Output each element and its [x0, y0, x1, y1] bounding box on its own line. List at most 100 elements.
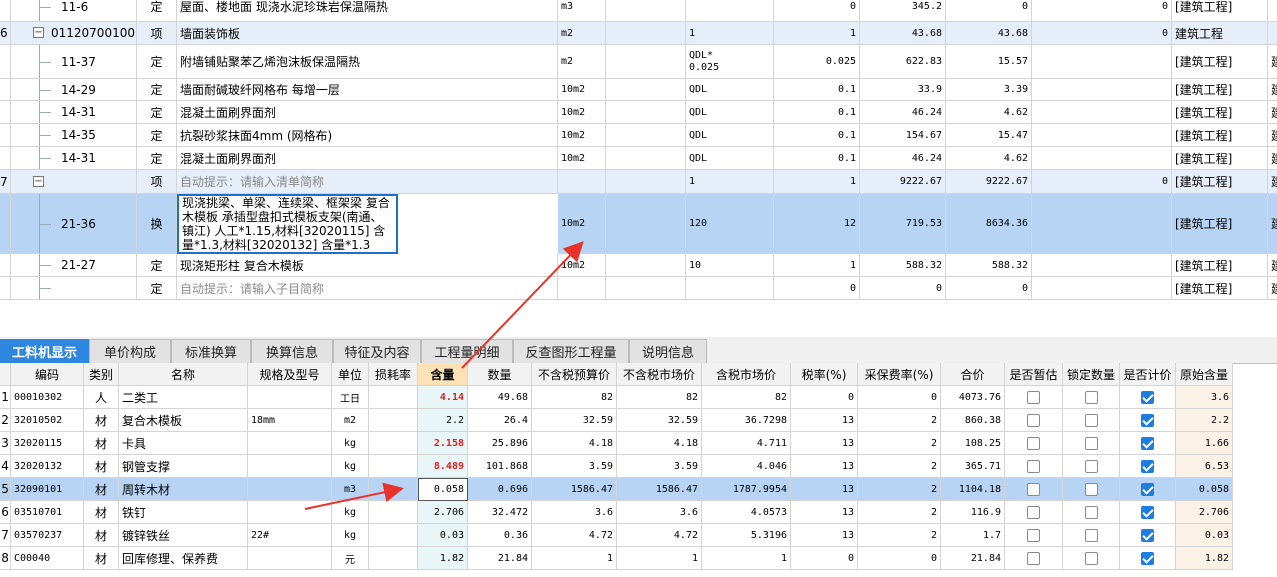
quota-cell-tail[interactable]: 建 — [1268, 101, 1277, 124]
quota-cell-total[interactable]: 0 — [946, 0, 1032, 22]
quota-cell-blank1[interactable] — [606, 0, 686, 22]
material-cell-lock[interactable] — [1063, 455, 1120, 478]
quota-cell-type[interactable]: 定 — [137, 277, 177, 300]
header-lock[interactable]: 锁定数量 — [1063, 363, 1120, 386]
material-cell-market[interactable]: 4.72 — [617, 524, 702, 547]
quota-cell-price[interactable]: 588.32 — [860, 254, 946, 277]
material-cell-loss[interactable] — [369, 432, 418, 455]
material-cell-idx[interactable]: 8 — [0, 547, 11, 570]
quota-cell-extra[interactable] — [1032, 101, 1172, 124]
material-cell-spec[interactable] — [248, 455, 332, 478]
material-cell-code[interactable]: C00040 — [11, 547, 84, 570]
quota-row[interactable]: 11-6 定 屋面、楼地面 现浇水泥珍珠岩保温隔热 m3 0 345.2 0 0 [建筑工程] — [0, 0, 1277, 22]
material-cell-market[interactable]: 1586.47 — [617, 478, 702, 501]
material-cell-tax[interactable]: 13 — [791, 455, 858, 478]
quota-cell-price[interactable]: 345.2 — [860, 0, 946, 22]
header-zg[interactable]: 是否暂估 — [1005, 363, 1063, 386]
material-cell-content[interactable]: 4.14 — [418, 386, 468, 409]
quota-cell-price[interactable]: 33.9 — [860, 79, 946, 101]
quota-cell-unit[interactable]: 10m2 — [558, 124, 606, 147]
material-cell-jj[interactable] — [1120, 547, 1176, 570]
material-cell-market[interactable]: 32.59 — [617, 409, 702, 432]
quota-cell-expr[interactable]: QDL* 0.025 — [686, 45, 774, 79]
material-cell-jj[interactable] — [1120, 386, 1176, 409]
material-cell-market[interactable]: 1 — [617, 547, 702, 570]
material-cell-code[interactable]: 03570237 — [11, 524, 84, 547]
header-idx[interactable] — [0, 363, 11, 386]
checkbox-jj[interactable] — [1141, 528, 1154, 542]
quota-cell-spec[interactable]: [建筑工程] — [1172, 0, 1268, 22]
header-code[interactable]: 编码 — [11, 363, 84, 386]
material-row[interactable]: 2 32010502 材复合木模板 18mm m2 2.2 26.4 32.59 32.59 36… — [0, 409, 1277, 432]
material-cell-loss[interactable] — [369, 501, 418, 524]
quota-cell-type[interactable]: 定 — [137, 101, 177, 124]
material-cell-qty[interactable]: 0.696 — [468, 478, 532, 501]
quota-cell-spec[interactable]: 建筑工程 — [1172, 22, 1268, 45]
material-cell-content[interactable]: 2.2 — [418, 409, 468, 432]
quota-cell-total[interactable]: 8634.36 — [946, 194, 1032, 254]
quota-cell-type[interactable]: 定 — [137, 124, 177, 147]
material-cell-spec[interactable]: 22# — [248, 524, 332, 547]
material-cell-code[interactable]: 32020132 — [11, 455, 84, 478]
material-cell-name[interactable]: 卡具 — [119, 432, 248, 455]
material-cell-unit[interactable]: m3 — [332, 478, 369, 501]
quota-row[interactable]: 21-36 换 现浇挑梁、单梁、连续梁、框架梁 复合木模板 承插型盘扣式模板支架(南… — [0, 194, 1277, 254]
material-cell-qty[interactable]: 26.4 — [468, 409, 532, 432]
material-cell-cat[interactable]: 人 — [84, 386, 119, 409]
tab-2[interactable]: 标准换算 — [171, 339, 251, 363]
material-cell-total[interactable]: 1104.18 — [941, 478, 1005, 501]
material-row[interactable]: 1 00010302 人二类工 工日 4.14 49.68 82 82 82 0 0 4073.76 3… — [0, 386, 1277, 409]
quota-cell-type[interactable]: 定 — [137, 147, 177, 170]
material-cell-idx[interactable]: 1 — [0, 386, 11, 409]
quota-cell-price[interactable]: 154.67 — [860, 124, 946, 147]
quota-cell-qty[interactable]: 1 — [774, 170, 860, 194]
quota-cell-unit[interactable]: 10m2 — [558, 194, 606, 254]
quota-cell-type[interactable]: 定 — [137, 79, 177, 101]
quota-cell-type[interactable]: 定 — [137, 254, 177, 277]
quota-cell-qty[interactable]: 0.1 — [774, 147, 860, 170]
quota-cell-tail[interactable]: 建 — [1268, 147, 1277, 170]
quota-row[interactable]: 21-27 定 现浇矩形柱 复合木模板 10m2 10 1 588.32 588.32 [建筑工… — [0, 254, 1277, 277]
checkbox-zg[interactable] — [1027, 390, 1040, 404]
quota-cell-expr[interactable]: QDL — [686, 101, 774, 124]
material-cell-qty[interactable]: 101.868 — [468, 455, 532, 478]
checkbox-zg[interactable] — [1027, 413, 1040, 427]
material-cell-idx[interactable]: 6 — [0, 501, 11, 524]
quota-cell-tail[interactable] — [1268, 22, 1277, 45]
material-cell-budget[interactable]: 3.6 — [532, 501, 617, 524]
quota-cell-name[interactable]: 自动提示：请输入清单简称 — [177, 170, 558, 194]
quota-cell-total[interactable]: 4.62 — [946, 101, 1032, 124]
material-cell-content[interactable]: 1.82 — [418, 547, 468, 570]
material-cell-lock[interactable] — [1063, 547, 1120, 570]
material-cell-lock[interactable] — [1063, 501, 1120, 524]
material-cell-tax[interactable]: 0 — [791, 386, 858, 409]
tab-0[interactable]: 工料机显示 — [0, 339, 89, 363]
material-cell-total[interactable]: 4073.76 — [941, 386, 1005, 409]
material-cell-spec[interactable] — [248, 501, 332, 524]
checkbox-zg[interactable] — [1027, 436, 1040, 450]
material-cell-zg[interactable] — [1005, 478, 1063, 501]
material-cell-tax[interactable]: 13 — [791, 409, 858, 432]
quota-cell-blank1[interactable] — [606, 45, 686, 79]
quota-cell-name[interactable]: 屋面、楼地面 现浇水泥珍珠岩保温隔热 — [177, 0, 558, 22]
quota-cell-blank1[interactable] — [606, 277, 686, 300]
quota-cell-price[interactable]: 719.53 — [860, 194, 946, 254]
checkbox-zg[interactable] — [1027, 505, 1040, 519]
quota-cell-extra[interactable] — [1032, 194, 1172, 254]
quota-cell-expr[interactable]: QDL — [686, 147, 774, 170]
material-cell-content[interactable]: 2.158 — [418, 432, 468, 455]
material-cell-idx[interactable]: 4 — [0, 455, 11, 478]
quota-cell-blank1[interactable] — [606, 124, 686, 147]
quota-cell-spec[interactable]: [建筑工程] — [1172, 45, 1268, 79]
quota-cell-code[interactable] — [11, 277, 137, 300]
header-taxmarket[interactable]: 含税市场价 — [702, 363, 791, 386]
collapse-icon[interactable]: − — [33, 27, 44, 38]
material-cell-content[interactable]: 0.03 — [418, 524, 468, 547]
checkbox-zg[interactable] — [1027, 528, 1040, 542]
quota-cell-blank1[interactable] — [606, 194, 686, 254]
material-cell-market[interactable]: 82 — [617, 386, 702, 409]
material-cell-qty[interactable]: 0.36 — [468, 524, 532, 547]
header-jj[interactable]: 是否计价 — [1120, 363, 1176, 386]
quota-cell-code[interactable]: 21-36 — [11, 194, 137, 254]
header-content[interactable]: 含量 — [418, 363, 468, 386]
